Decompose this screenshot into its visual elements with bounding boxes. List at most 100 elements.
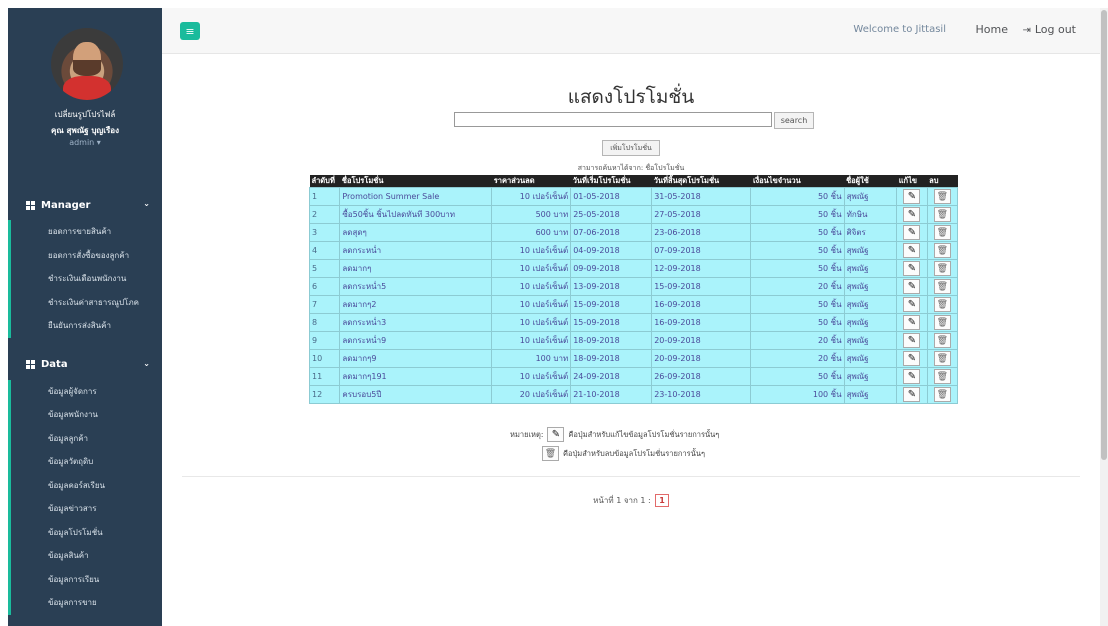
cell-index: 10 (308, 349, 341, 368)
cell-end-date: 31-05-2018 (651, 187, 752, 206)
add-promotion-button[interactable]: เพิ่มโปรโมชั่น (602, 140, 660, 156)
avatar[interactable] (51, 28, 123, 100)
delete-button[interactable]: 🗑 (933, 369, 951, 384)
bars-icon: ≡ (185, 24, 195, 38)
edit-button[interactable]: ✎ (903, 261, 921, 276)
scrollbar-thumb[interactable] (1101, 10, 1107, 460)
menu-section-manager[interactable]: Manager ⌄ (8, 190, 162, 220)
sidebar-item-confirm-shipping[interactable]: ยืนยันการส่งสินค้า (11, 314, 162, 338)
home-link[interactable]: Home (976, 23, 1008, 36)
edit-button[interactable]: ✎ (903, 207, 921, 222)
search-button[interactable]: search (774, 112, 814, 129)
edit-button[interactable]: ✎ (903, 387, 921, 402)
cell-end-date: 12-09-2018 (651, 259, 752, 278)
sidebar-item-sales[interactable]: ข้อมูลการขาย (11, 591, 162, 615)
cell-index: 11 (308, 367, 341, 386)
table-header-row: ลำดับที่ ชื่อโปรโมชั่น ราคาส่วนลด วันที่เริ… (309, 175, 958, 188)
edit-button[interactable]: ✎ (903, 189, 921, 204)
cell-username: สุพณัฐ (843, 367, 898, 386)
edit-button[interactable]: ✎ (903, 243, 921, 258)
user-name: คุณ สุพณัฐ บุญเรือง (51, 126, 119, 135)
delete-button[interactable]: 🗑 (933, 297, 951, 312)
cell-quantity: 20 ชิ้น (750, 331, 845, 350)
delete-button[interactable]: 🗑 (933, 189, 951, 204)
sidebar-item-materials[interactable]: ข้อมูลวัตถุดิบ (11, 450, 162, 474)
delete-button[interactable]: 🗑 (933, 387, 951, 402)
delete-button[interactable]: 🗑 (933, 279, 951, 294)
pager-text: หน้าที่ 1 จาก 1 : (593, 496, 651, 505)
change-profile-link[interactable]: เปลี่ยนรูปโปรไฟล์ (8, 108, 162, 121)
cell-promotion-name: ลดสุดๆ (339, 223, 493, 242)
sidebar-item-payroll[interactable]: ชำระเงินเดือนพนักงาน (11, 267, 162, 291)
edit-button[interactable]: ✎ (903, 333, 921, 348)
sign-out-icon: ⇥ (1022, 25, 1031, 36)
cell-edit: ✎ (896, 277, 928, 296)
cell-discount: 10 เปอร์เซ็นต์ (491, 331, 572, 350)
sidebar-item-promotions[interactable]: ข้อมูลโปรโมชั่น (11, 521, 162, 545)
cell-edit: ✎ (896, 331, 928, 350)
cell-start-date: 18-09-2018 (570, 349, 653, 368)
cell-promotion-name: ลดกระหน่ำ5 (339, 277, 493, 296)
sidebar-item-courses[interactable]: ข้อมูลคอร์สเรียน (11, 474, 162, 498)
logout-link[interactable]: ⇥ Log out (1022, 23, 1076, 36)
sidebar-item-customers[interactable]: ข้อมูลลูกค้า (11, 427, 162, 451)
menu-section-data[interactable]: Data ⌄ (8, 350, 162, 380)
table-row: 7 ลดมากๆ2 10 เปอร์เซ็นต์ 15-09-2018 16-09-20… (308, 295, 959, 314)
cell-promotion-name: ลดมากๆ191 (339, 367, 493, 386)
cell-promotion-name: ครบรอบ5ปี (339, 385, 493, 404)
cell-promotion-name: ลดมากๆ (339, 259, 493, 278)
table-row: 12 ครบรอบ5ปี 20 เปอร์เซ็นต์ 21-10-2018 23-10… (308, 385, 959, 404)
cell-start-date: 25-05-2018 (570, 205, 653, 224)
cell-username: สุพณัฐ (843, 259, 898, 278)
cell-discount: 20 เปอร์เซ็นต์ (491, 385, 572, 404)
edit-button[interactable]: ✎ (903, 279, 921, 294)
delete-button[interactable]: 🗑 (933, 207, 951, 222)
cell-delete: 🗑 (926, 367, 959, 386)
column-header: วันที่เริ่มโปรโมชั่น (570, 175, 652, 188)
column-header: เงื่อนไขจำนวน (750, 175, 845, 188)
edit-button[interactable]: ✎ (903, 369, 921, 384)
sidebar-item-customer-orders[interactable]: ยอดการสั่งซื้อของลูกค้า (11, 244, 162, 268)
table-row: 2 ซื้อ50ชิ้น ชิ้นไปลดทันที 300บาท 500 บาท 2… (308, 205, 959, 224)
cell-start-date: 18-09-2018 (570, 331, 653, 350)
sidebar-item-employees[interactable]: ข้อมูลพนักงาน (11, 403, 162, 427)
search-input[interactable] (454, 112, 772, 127)
cell-discount: 10 เปอร์เซ็นต์ (491, 187, 572, 206)
delete-button[interactable]: 🗑 (933, 333, 951, 348)
edit-button[interactable]: ✎ (903, 297, 921, 312)
page-scrollbar[interactable] (1100, 8, 1108, 626)
cell-promotion-name: ลดกระหน่ำ9 (339, 331, 493, 350)
delete-button[interactable]: 🗑 (933, 351, 951, 366)
delete-button[interactable]: 🗑 (933, 225, 951, 240)
edit-button[interactable]: ✎ (903, 351, 921, 366)
cell-discount: 100 บาท (491, 349, 572, 368)
sidebar-item-utilities[interactable]: ชำระเงินค่าสาธารณูปโภค (11, 291, 162, 315)
cell-index: 6 (308, 277, 341, 296)
cell-delete: 🗑 (926, 241, 959, 260)
cell-edit: ✎ (896, 259, 928, 278)
column-header: ราคาส่วนลด (491, 175, 571, 188)
delete-button[interactable]: 🗑 (933, 243, 951, 258)
table-row: 6 ลดกระหน่ำ5 10 เปอร์เซ็นต์ 13-09-2018 15-09… (308, 277, 959, 296)
sidebar-item-learning[interactable]: ข้อมูลการเรียน (11, 568, 162, 592)
role-dropdown[interactable]: admin ▾ (8, 138, 162, 147)
cell-index: 7 (308, 295, 341, 314)
cell-end-date: 27-05-2018 (651, 205, 752, 224)
page-link-current[interactable]: 1 (655, 494, 669, 507)
sidebar-item-news[interactable]: ข้อมูลข่าวสาร (11, 497, 162, 521)
delete-button[interactable]: 🗑 (933, 261, 951, 276)
logout-label: Log out (1034, 23, 1076, 36)
cell-promotion-name: ลดกระหน่ำ3 (339, 313, 493, 332)
menu-toggle-button[interactable]: ≡ (180, 22, 200, 40)
cell-index: 4 (308, 241, 341, 260)
edit-button[interactable]: ✎ (903, 315, 921, 330)
pencil-icon: ✎ (547, 427, 565, 442)
delete-button[interactable]: 🗑 (933, 315, 951, 330)
chevron-down-icon: ⌄ (143, 358, 150, 368)
sidebar-item-products[interactable]: ข้อมูลสินค้า (11, 544, 162, 568)
sidebar-item-managers[interactable]: ข้อมูลผู้จัดการ (11, 380, 162, 404)
edit-button[interactable]: ✎ (903, 225, 921, 240)
cell-end-date: 26-09-2018 (651, 367, 752, 386)
manager-submenu: ยอดการขายสินค้า ยอดการสั่งซื้อของลูกค้า … (8, 220, 162, 338)
sidebar-item-sales-summary[interactable]: ยอดการขายสินค้า (11, 220, 162, 244)
